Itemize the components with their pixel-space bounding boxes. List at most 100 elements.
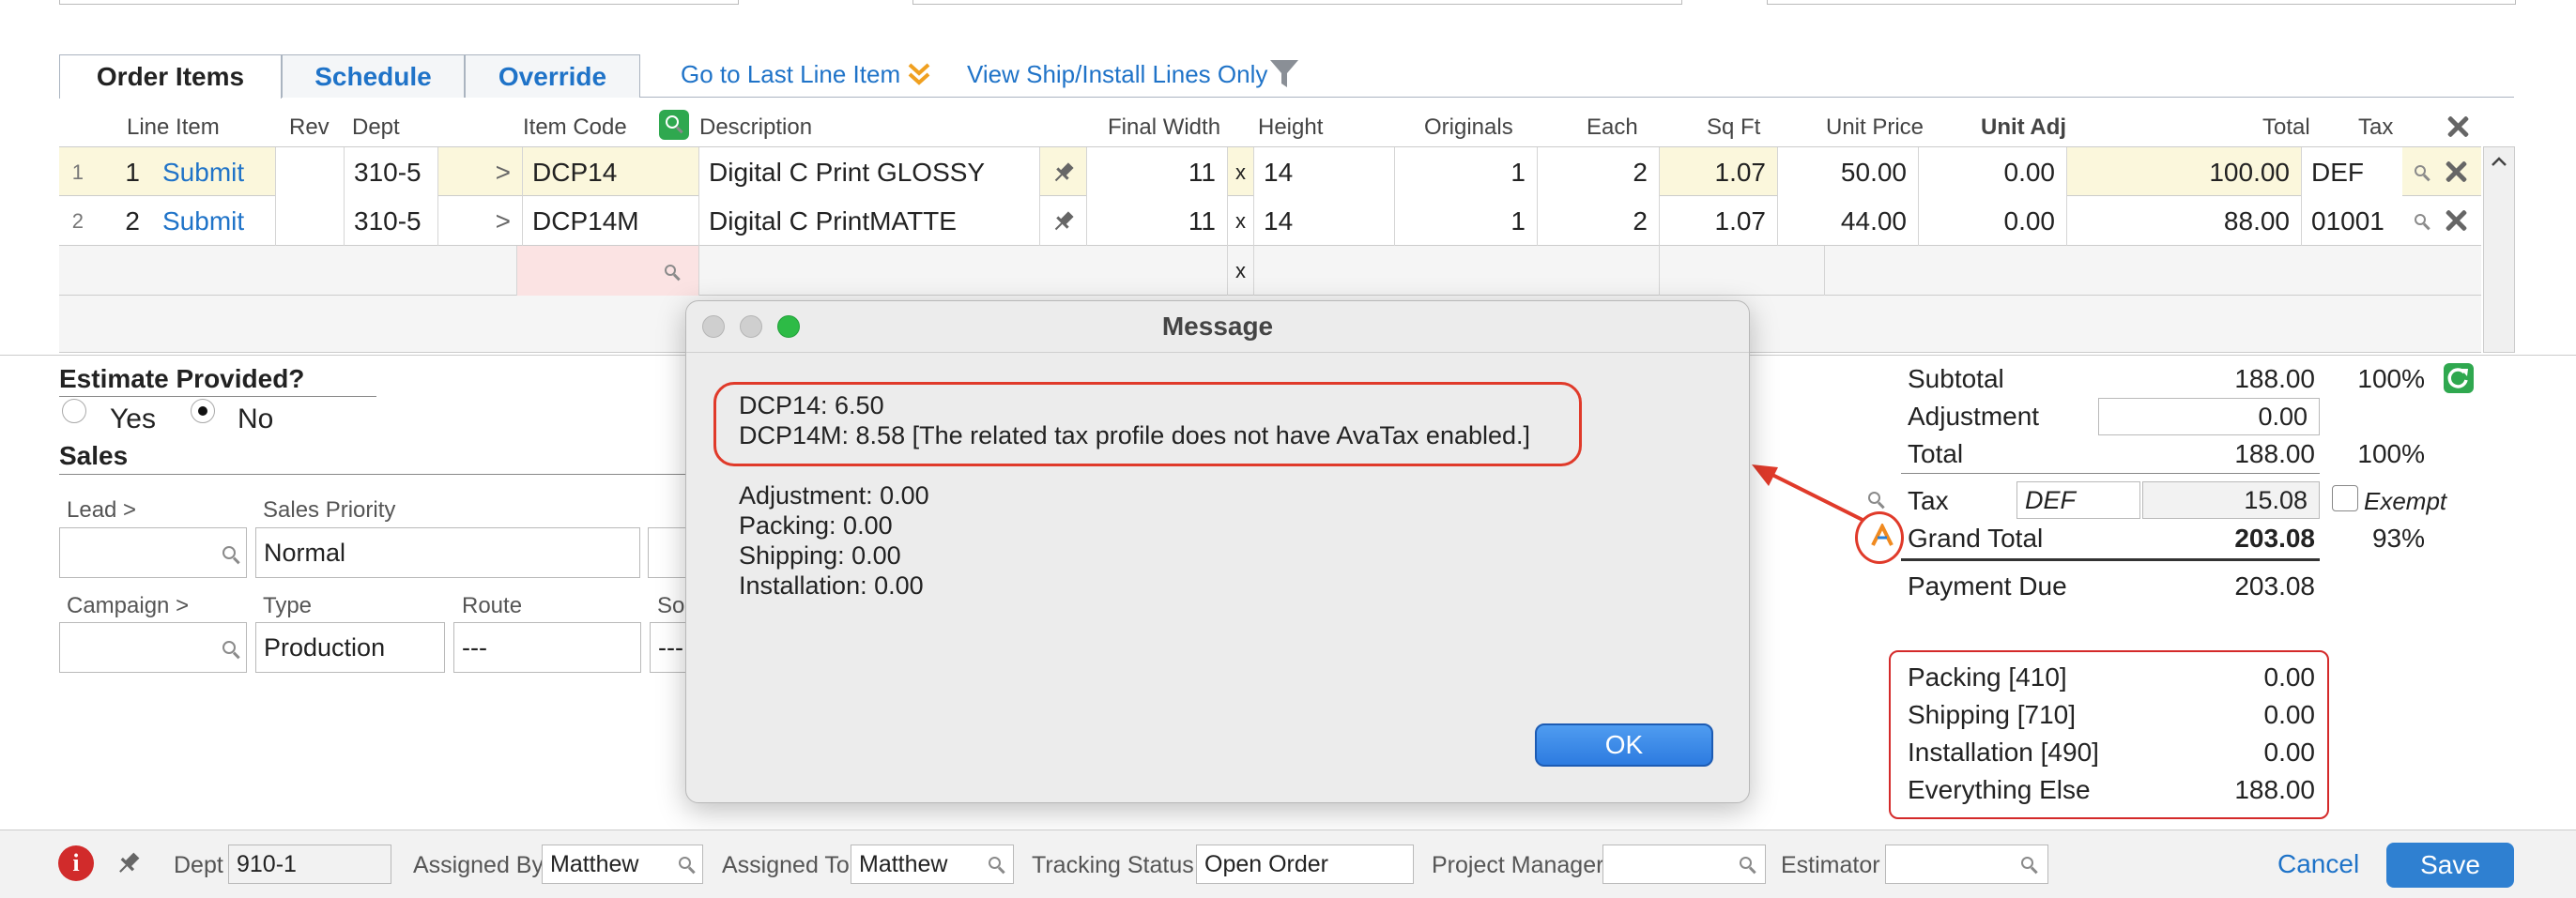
exempt-checkbox[interactable] [2332,485,2358,511]
unit-price-cell[interactable]: 50.00 [1777,147,1918,197]
new-item-row[interactable]: x [59,246,2481,296]
payment-due-label: Payment Due [1908,571,2067,601]
new-height[interactable] [1253,246,1394,296]
pin-icon[interactable] [1039,196,1086,246]
scroll-up-icon[interactable] [2490,155,2508,168]
save-button[interactable]: Save [2386,843,2514,888]
top-field-2[interactable] [912,0,1682,5]
new-description[interactable] [698,246,1086,296]
submit-link[interactable]: Submit [153,196,275,246]
top-field-3[interactable] [1767,0,2516,5]
new-rest [1824,246,2481,296]
dept-cell[interactable]: 310-5 [344,196,437,246]
campaign-label[interactable]: Campaign > [67,593,189,619]
estimate-title: Estimate Provided? [59,364,305,393]
unit-adj-cell[interactable]: 0.00 [1918,147,2066,197]
priority-field[interactable]: Normal [255,527,640,578]
filter-icon[interactable] [1269,58,1299,90]
width-cell[interactable]: 11 [1086,196,1227,246]
type-field[interactable]: Production [255,622,445,673]
top-field-1[interactable] [59,0,739,5]
dept-lookup-arrow[interactable]: > [437,196,522,246]
delete-row-icon[interactable] [2446,210,2466,231]
no-radio[interactable] [191,399,215,423]
dialog-highlight-box [713,382,1582,466]
campaign-search-icon[interactable] [222,641,236,654]
dialog-title: Message [1161,312,1274,341]
dept-cell[interactable]: 310-5 [344,147,437,197]
so-label: So [657,593,685,618]
description-cell[interactable]: Digital C Print GLOSSY [698,147,1039,197]
new-item-search-icon[interactable] [665,265,676,276]
adjustment-field[interactable]: 0.00 [2098,398,2320,435]
assigned-to-search-icon[interactable] [989,857,1001,869]
yes-label: Yes [110,403,156,434]
col-each: Each [1587,114,1638,140]
adjustment-value: 0.00 [2258,402,2308,431]
item-code-cell[interactable]: DCP14M [522,196,698,246]
each-cell[interactable]: 2 [1537,196,1659,246]
total-label: Total [1908,439,1964,468]
lead-field[interactable] [59,527,247,578]
width-cell[interactable]: 11 [1086,147,1227,197]
info-icon[interactable]: i [58,845,94,881]
row-index: 2 [71,208,84,233]
refresh-icon[interactable] [2444,363,2474,393]
tax-search-icon[interactable] [2415,165,2426,176]
delete-all-icon[interactable] [2447,116,2468,137]
col-line-item: Line Item [127,114,220,140]
delete-row-icon[interactable] [2446,161,2466,182]
tab-schedule[interactable]: Schedule [282,54,465,98]
campaign-field[interactable] [59,622,247,673]
col-description: Description [699,114,813,140]
table-row[interactable]: 1 1 Submit 310-5 > DCP14 Digital C Print… [59,146,2481,197]
lead-search-icon[interactable] [222,546,236,559]
originals-cell[interactable]: 1 [1394,196,1537,246]
double-chevron-down-icon [905,60,933,88]
view-ship-install-link[interactable]: View Ship/Install Lines Only [967,60,1267,89]
dialog-line-4: Packing: 0.00 [739,511,893,540]
footer-pin-icon[interactable] [115,850,142,876]
height-cell[interactable]: 14 [1253,147,1394,197]
tracking-status-field[interactable]: Open Order [1196,845,1414,884]
col-item-code: Item Code [523,114,627,140]
dept-lookup-arrow[interactable]: > [437,147,522,197]
pin-icon[interactable] [1039,147,1086,197]
estimator-search-icon[interactable] [2021,857,2033,869]
lead-label[interactable]: Lead > [67,497,136,524]
go-to-last-line-item-link[interactable]: Go to Last Line Item [681,60,900,89]
tax-lookup-icon[interactable] [1868,492,1880,504]
tax-code-field[interactable]: DEF [2016,481,2140,519]
item-search-icon[interactable] [659,110,689,140]
grand-total-rule [1901,558,2320,561]
tax-cell[interactable]: 01001 [2301,196,2402,246]
unit-price-cell[interactable]: 44.00 [1777,196,1918,246]
submit-link[interactable]: Submit [153,147,275,197]
footer-dept-field[interactable]: 910-1 [228,845,391,884]
tab-override[interactable]: Override [465,54,640,98]
yes-radio[interactable] [62,399,86,423]
description-cell[interactable]: Digital C PrintMATTE [698,196,1039,246]
col-final-width: Final Width [1108,114,1221,140]
tax-cell[interactable]: DEF [2301,147,2402,197]
ok-button[interactable]: OK [1535,723,1713,767]
height-cell[interactable]: 14 [1253,196,1394,246]
project-manager-search-icon[interactable] [1740,857,1752,869]
tab-order-items[interactable]: Order Items [59,54,282,99]
col-dept: Dept [352,114,400,140]
assigned-to-label: Assigned To [722,852,850,878]
col-unit-adj: Unit Adj [1981,114,2067,140]
unit-adj-cell[interactable]: 0.00 [1918,196,2066,246]
tax-search-icon[interactable] [2415,214,2426,225]
table-scrollbar[interactable] [2483,146,2515,353]
dialog-line-5: Shipping: 0.00 [739,541,901,570]
assigned-by-search-icon[interactable] [679,857,691,869]
cancel-button[interactable]: Cancel [2277,849,2359,879]
table-row[interactable]: 2 2 Submit 310-5 > DCP14M Digital C Prin… [59,196,2481,246]
tax-amount-value: 15.08 [2244,485,2308,514]
each-cell[interactable]: 2 [1537,147,1659,197]
item-code-cell[interactable]: DCP14 [522,147,698,197]
route-field[interactable]: --- [453,622,641,673]
originals-cell[interactable]: 1 [1394,147,1537,197]
rev-cell[interactable] [275,196,344,246]
